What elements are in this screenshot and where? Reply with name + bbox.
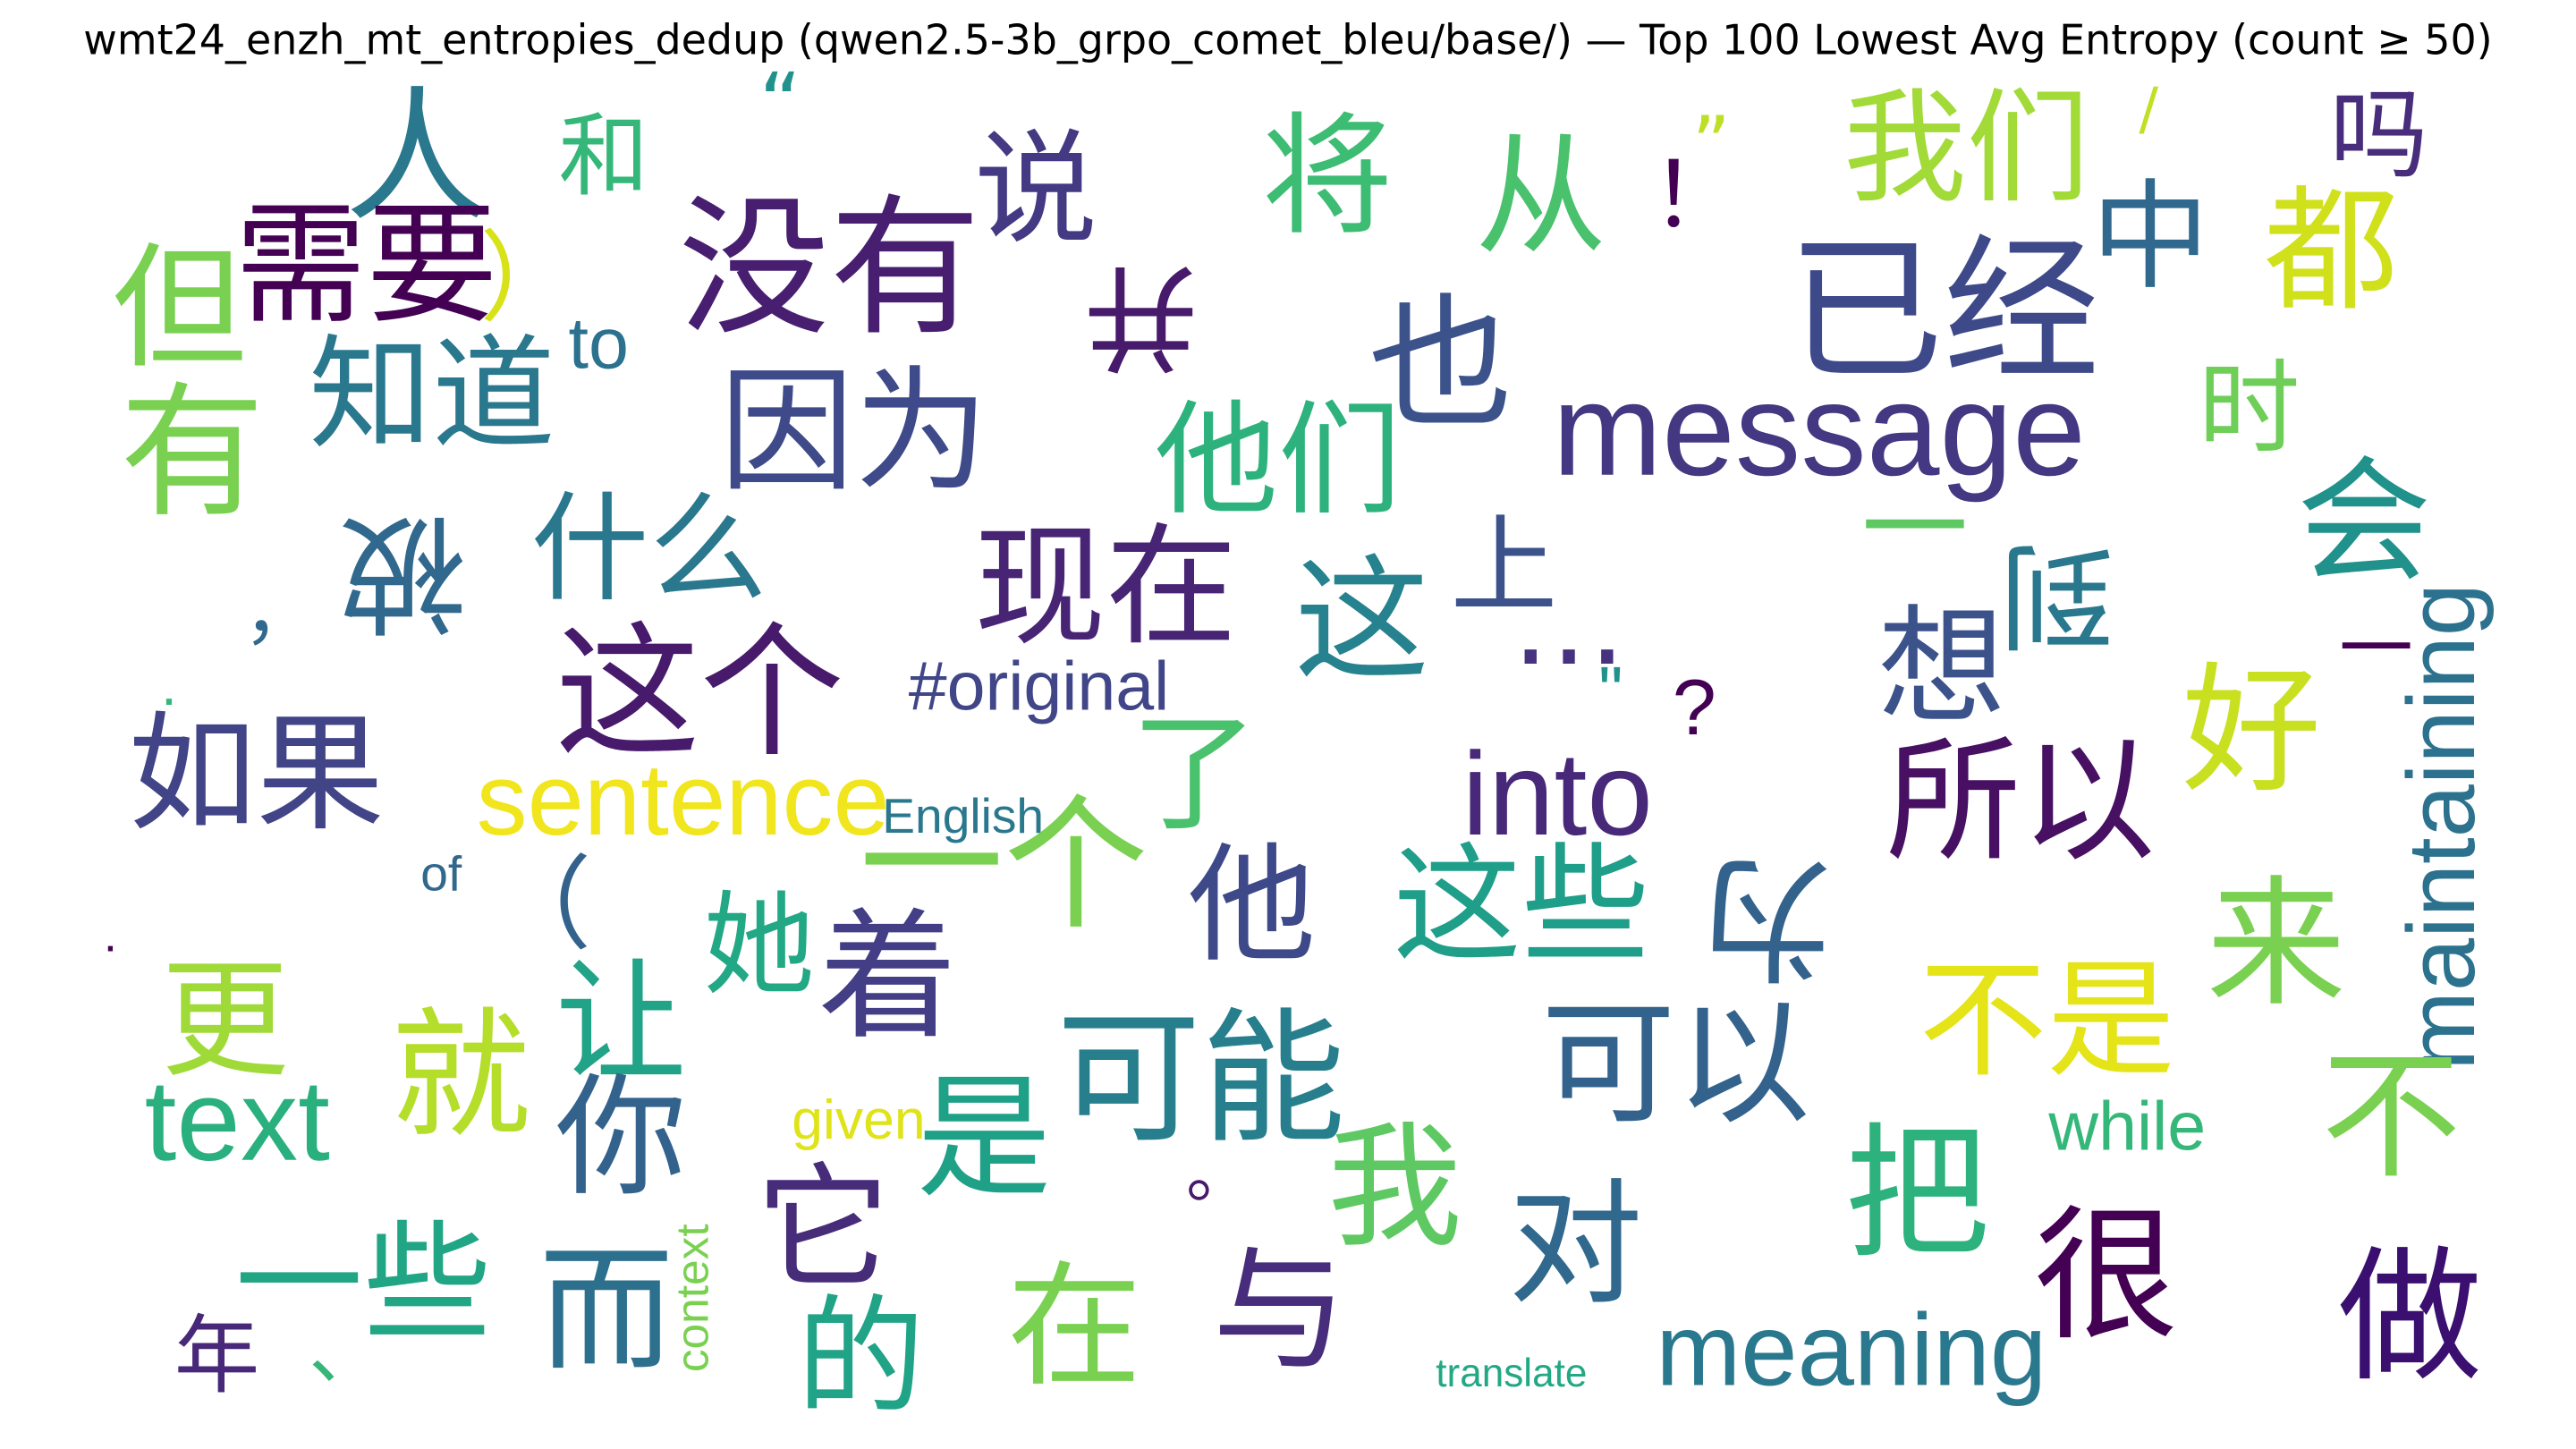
word: 会 <box>2296 445 2432 602</box>
word: 了 <box>1130 701 1258 850</box>
word: 着 <box>818 896 958 1060</box>
word: 有 <box>120 368 265 538</box>
word: given <box>792 1089 926 1152</box>
word: ” <box>1691 100 1731 188</box>
word: 与 <box>1212 1233 1348 1390</box>
word: 中 <box>2091 167 2210 306</box>
word: 并 <box>1082 262 1217 378</box>
word: while <box>2048 1087 2207 1165</box>
word: 是 <box>916 1061 1052 1217</box>
word: 需要 <box>234 189 498 343</box>
word: 所以 <box>1885 724 2156 881</box>
word: 说 <box>974 116 1097 262</box>
word: 都 <box>2263 174 2399 331</box>
word: text <box>144 1055 330 1185</box>
word: 一 <box>1860 468 1969 592</box>
word: 他们 <box>1155 387 1402 533</box>
word: 不是 <box>1919 947 2175 1097</box>
word: 可能 <box>1055 994 1346 1164</box>
word: 为 <box>1701 854 1859 989</box>
word: ? <box>1672 665 1716 753</box>
word: 把 <box>1844 1108 1990 1278</box>
word: 一 <box>2339 607 2427 682</box>
word: 好 <box>2182 650 2322 814</box>
word: to <box>568 303 629 385</box>
word: / <box>2139 77 2159 143</box>
word: 吗 <box>2329 79 2428 194</box>
chart-title: wmt24_enzh_mt_entropies_dedup (qwen2.5-3… <box>83 16 2493 64</box>
word: 你 <box>555 1061 687 1215</box>
word: 可以 <box>1540 987 1811 1144</box>
word: 想 <box>1877 594 2006 743</box>
word: 到 <box>1999 538 2138 657</box>
word: 而 <box>538 1233 674 1390</box>
word: 现在 <box>974 511 1238 665</box>
word: ， <box>242 568 318 656</box>
word-cloud: wmt24_enzh_mt_entropies_dedup (qwen2.5-3… <box>0 0 2576 1449</box>
word: 年 <box>174 1308 260 1407</box>
word: 时 <box>2198 348 2301 469</box>
word: 很 <box>2033 1191 2179 1360</box>
word: translate <box>1436 1352 1588 1397</box>
word: 我 <box>1327 1110 1462 1267</box>
word: 这 <box>1294 543 1429 700</box>
word: 这些 <box>1393 833 1650 981</box>
word: 和 <box>558 103 649 209</box>
word: ） <box>479 221 579 337</box>
word: 如果 <box>128 701 385 850</box>
word: 它 <box>755 1151 891 1309</box>
word: 来 <box>2206 864 2346 1027</box>
word: 的 <box>796 1284 926 1433</box>
word: message <box>1552 356 2086 504</box>
word: " <box>1598 652 1623 730</box>
word: 就 <box>391 996 531 1158</box>
word: 做 <box>2337 1232 2483 1402</box>
word: （ <box>489 844 592 965</box>
word: 对 <box>1508 1167 1643 1325</box>
word: 在 <box>1006 1250 1142 1407</box>
word: sentence <box>476 744 890 858</box>
word: meaning <box>1656 1294 2047 1409</box>
word: 不 <box>2321 1036 2462 1199</box>
word: 但 <box>111 231 247 388</box>
word: 被 <box>340 513 488 641</box>
word: of <box>420 847 462 902</box>
word: 我们 <box>1843 75 2090 221</box>
word: 从 <box>1475 120 1607 273</box>
word: 他 <box>1187 833 1317 981</box>
word: context <box>666 1224 718 1373</box>
word: 什么 <box>530 479 767 618</box>
word: 知道 <box>309 321 555 467</box>
word: . <box>103 908 118 963</box>
word: 。 <box>1186 1136 1252 1213</box>
word: 没有 <box>678 181 981 357</box>
word: 她 <box>703 882 816 1013</box>
word: 、 <box>309 1308 383 1395</box>
word: 将 <box>1261 100 1394 253</box>
word: “ <box>758 55 802 151</box>
